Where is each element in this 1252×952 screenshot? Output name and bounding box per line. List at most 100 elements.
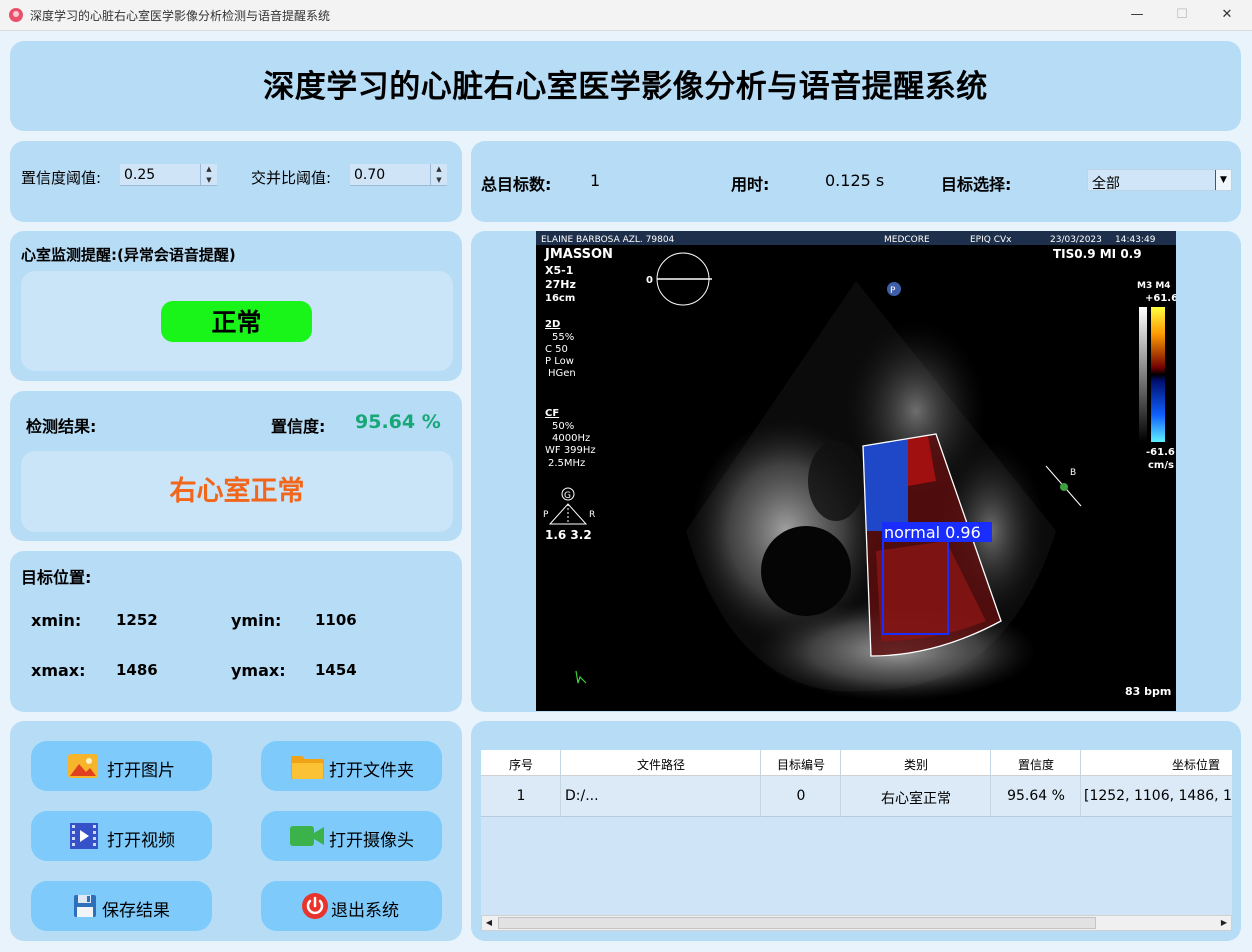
cell-class: 右心室正常 (881, 791, 951, 807)
conf-threshold-spinbox[interactable]: 0.25 ▲ ▼ (120, 164, 217, 186)
maximize-button[interactable]: ☐ (1162, 4, 1202, 26)
exit-system-button[interactable]: 退出系统 (261, 881, 442, 931)
folder-icon (291, 756, 324, 779)
camera-icon (290, 826, 324, 846)
save-results-label: 保存结果 (102, 901, 170, 921)
page-title: 深度学习的心脏右心室医学影像分析与语音提醒系统 (263, 69, 988, 105)
open-camera-button[interactable]: 打开摄像头 (261, 811, 442, 861)
total-targets-label: 总目标数: (481, 175, 552, 194)
table-horizontal-scrollbar[interactable]: ◀ ▶ (481, 915, 1232, 931)
xmax-value: 1486 (116, 661, 158, 679)
echo-g: G (564, 491, 571, 501)
echo-4000hz: 4000Hz (552, 433, 590, 444)
col-divider (1080, 750, 1081, 817)
save-icon (74, 895, 96, 917)
image-icon (68, 754, 98, 778)
iou-threshold-value: 0.70 (354, 167, 386, 183)
video-icon (70, 823, 98, 849)
time-label: 用时: (731, 175, 770, 194)
total-targets-value: 1 (590, 171, 601, 190)
scroll-right-icon[interactable]: ▶ (1217, 916, 1231, 930)
xmin-value: 1252 (116, 611, 158, 629)
echo-p: P (543, 510, 549, 520)
confidence-label: 置信度: (271, 417, 326, 436)
open-camera-label: 打开摄像头 (329, 831, 414, 851)
echo-cf: CF (545, 408, 559, 419)
col-divider (840, 750, 841, 817)
iou-threshold-spinbox[interactable]: 0.70 ▲ ▼ (350, 164, 447, 186)
detection-box-label: normal 0.96 (884, 523, 981, 542)
spin-down-icon[interactable]: ▼ (431, 175, 447, 186)
echo-scale-unit: cm/s (1148, 460, 1174, 471)
col-header-path[interactable]: 文件路径 (561, 756, 761, 773)
scroll-left-icon[interactable]: ◀ (482, 916, 496, 930)
open-video-button[interactable]: 打开视频 (31, 811, 212, 861)
col-divider (760, 750, 761, 817)
echo-header-time: 14:43:49 (1115, 235, 1156, 245)
echo-hz: 27Hz (545, 278, 576, 291)
cell-confidence: 95.64 % (1007, 788, 1065, 804)
col-header-class[interactable]: 类别 (841, 756, 991, 773)
results-table[interactable]: 序号 文件路径 目标编号 类别 置信度 坐标位置 1 D:/... 0 右心室正… (481, 750, 1232, 916)
close-button[interactable]: ✕ (1207, 4, 1247, 26)
col-header-confidence[interactable]: 置信度 (991, 756, 1081, 773)
xmin-label: xmin: (31, 611, 82, 630)
power-icon (302, 893, 328, 919)
spin-down-icon[interactable]: ▼ (201, 175, 217, 186)
echo-header-left: ELAINE BARBOSA AZL. 79804 (541, 235, 675, 245)
conf-threshold-label: 置信度阈值: (21, 169, 102, 187)
echo-50: 50% (552, 421, 574, 432)
open-folder-button[interactable]: 打开文件夹 (261, 741, 442, 791)
monitor-label: 心室监测提醒:(异常会语音提醒) (21, 246, 236, 264)
table-header: 序号 文件路径 目标编号 类别 置信度 坐标位置 (481, 750, 1232, 776)
open-folder-label: 打开文件夹 (329, 761, 414, 781)
echo-plow: P Low (545, 356, 574, 367)
echo-header-device: EPIQ CVx (970, 235, 1012, 245)
echo-r: R (589, 510, 595, 520)
echo-header-date: 23/03/2023 (1050, 235, 1102, 245)
echo-probe: X5-1 (545, 264, 573, 277)
target-select-dropdown[interactable]: 全部 ▼ (1087, 169, 1232, 192)
cell-path: D:/... (565, 788, 599, 804)
echo-c50: C 50 (545, 344, 568, 355)
echo-hgen: HGen (548, 368, 576, 379)
target-select-value: 全部 (1092, 176, 1120, 192)
col-header-target-id[interactable]: 目标编号 (761, 756, 841, 773)
open-image-label: 打开图片 (107, 761, 175, 781)
cell-coordinates: [1252, 1106, 1486, 14 (1084, 788, 1232, 804)
col-header-coordinates[interactable]: 坐标位置 (1081, 756, 1232, 773)
xmax-label: xmax: (31, 661, 86, 680)
minimize-button[interactable]: — (1117, 4, 1157, 26)
spinbox-arrows[interactable]: ▲ ▼ (430, 164, 447, 186)
spinbox-arrows[interactable]: ▲ ▼ (200, 164, 217, 186)
spin-up-icon[interactable]: ▲ (201, 164, 217, 175)
iou-threshold-label: 交并比阈值: (251, 169, 332, 187)
echo-2d: 2D (545, 319, 560, 330)
echo-image-display: ELAINE BARBOSA AZL. 79804 MEDCORE EPIQ C… (536, 231, 1176, 711)
save-results-button[interactable]: 保存结果 (31, 881, 212, 931)
spin-up-icon[interactable]: ▲ (431, 164, 447, 175)
echo-p-marker: P (890, 286, 896, 296)
col-divider (990, 750, 991, 817)
table-row[interactable]: 1 D:/... 0 右心室正常 95.64 % [1252, 1106, 14… (481, 776, 1232, 817)
target-select-label: 目标选择: (941, 175, 1012, 194)
open-image-button[interactable]: 打开图片 (31, 741, 212, 791)
title-bar: 深度学习的心脏右心室医学影像分析检测与语音提醒系统 — ☐ ✕ (0, 0, 1252, 31)
scrollbar-thumb[interactable] (498, 917, 1096, 929)
conf-threshold-value: 0.25 (124, 167, 156, 183)
echo-patient: JMASSON (544, 247, 613, 262)
target-position-label: 目标位置: (21, 568, 92, 587)
echocardiogram-image: ELAINE BARBOSA AZL. 79804 MEDCORE EPIQ C… (536, 231, 1176, 711)
echo-header-mid: MEDCORE (884, 235, 930, 245)
echo-bpm: 83 bpm (1125, 685, 1171, 698)
cell-index: 1 (516, 788, 526, 804)
exit-system-label: 退出系统 (331, 901, 399, 921)
echo-wf: WF 399Hz (545, 445, 596, 456)
ymin-value: 1106 (315, 611, 357, 629)
ymax-value: 1454 (315, 661, 357, 679)
echo-scale-top-label: M3 M4 (1137, 281, 1171, 291)
chevron-down-icon[interactable]: ▼ (1215, 170, 1231, 190)
cell-target-id: 0 (796, 788, 806, 804)
col-header-index[interactable]: 序号 (481, 756, 561, 773)
echo-tis: TIS0.9 MI 0.9 (1053, 247, 1142, 261)
